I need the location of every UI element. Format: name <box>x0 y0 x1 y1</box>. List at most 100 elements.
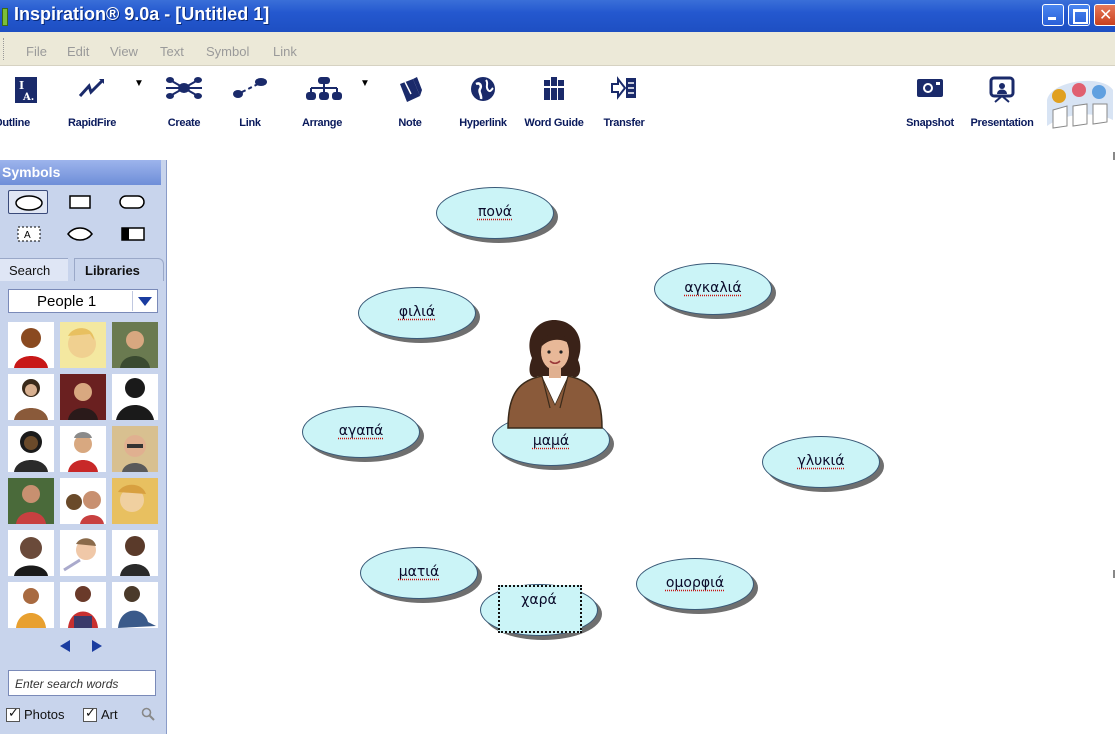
oval-icon <box>15 195 43 211</box>
menu-grip <box>3 38 6 60</box>
text-box-icon: A <box>17 226 41 242</box>
shape-picker: A <box>8 190 158 248</box>
symbols-palette: Symbols A Search Libraries People 1 Ente… <box>0 160 167 734</box>
snapshot-button[interactable]: Snapshot <box>900 66 960 132</box>
main-idea-text: μαμά <box>532 433 570 449</box>
diagram-node[interactable]: αγκαλιά <box>654 263 776 319</box>
inspiration-window: Inspiration® 9.0a - [Untitled 1] File Ed… <box>0 0 1115 734</box>
node-text: ομορφιά <box>665 575 725 591</box>
close-button[interactable] <box>1094 4 1115 26</box>
toolbar: I A. Outline ▼ RapidFire <box>0 66 1115 138</box>
outline-label: Outline <box>0 117 30 129</box>
presentation-label: Presentation <box>970 117 1034 129</box>
menu-text[interactable]: Text <box>160 44 184 59</box>
create-button[interactable]: Create <box>158 66 210 132</box>
search-icon[interactable] <box>141 707 155 721</box>
word-guide-icon <box>544 77 564 100</box>
word-guide-button[interactable]: Word Guide <box>518 66 590 132</box>
note-button[interactable]: Note <box>390 66 430 132</box>
menu-file[interactable]: File <box>26 44 47 59</box>
woman-clipart-icon <box>507 320 603 429</box>
node-text: φιλιά <box>398 304 436 320</box>
app-icon <box>2 8 8 26</box>
rectangle-icon <box>69 195 91 209</box>
arrange-button[interactable]: ▼ Arrange <box>294 66 370 132</box>
diagram-node[interactable]: γλυκιά <box>762 436 884 492</box>
person-symbol-icon[interactable] <box>8 478 54 524</box>
menu-edit[interactable]: Edit <box>67 44 89 59</box>
window-title: Inspiration® 9.0a - [Untitled 1] <box>14 4 270 24</box>
link-button[interactable]: Link <box>228 66 272 132</box>
arrange-dropdown-icon[interactable]: ▼ <box>360 78 370 89</box>
person-symbol-icon[interactable] <box>8 426 54 472</box>
diamond-oval-shape-button[interactable] <box>60 222 100 246</box>
person-symbol-icon[interactable] <box>112 530 158 576</box>
chevron-down-icon[interactable] <box>132 291 156 311</box>
tab-libraries[interactable]: Libraries <box>74 258 164 281</box>
presentation-button[interactable]: Presentation <box>964 66 1040 132</box>
art-label: Art <box>101 707 118 722</box>
diagram-canvas[interactable]: πονά αγκαλιά φιλιά αγαπά μαμά γλυκιά ματ… <box>168 138 1115 734</box>
person-symbol-icon[interactable] <box>60 478 106 524</box>
diagram-node[interactable]: πονά <box>436 187 558 243</box>
menu-link[interactable]: Link <box>273 44 297 59</box>
rapidfire-button[interactable]: ▼ RapidFire <box>62 66 144 132</box>
menu-view[interactable]: View <box>110 44 138 59</box>
rounded-rect-shape-button[interactable] <box>112 190 152 214</box>
previous-page-icon[interactable] <box>60 640 70 652</box>
outline-button[interactable]: I A. Outline <box>0 66 52 132</box>
selected-diagram-node[interactable]: χαρά <box>480 584 602 640</box>
node-text: αγκαλιά <box>684 280 742 296</box>
person-symbol-icon[interactable] <box>112 478 158 524</box>
maximize-button[interactable] <box>1068 4 1090 26</box>
hyperlink-label: Hyperlink <box>459 117 507 129</box>
half-fill-shape-button[interactable] <box>112 222 152 246</box>
person-symbol-icon[interactable] <box>112 322 158 368</box>
note-label: Note <box>398 117 422 129</box>
next-page-icon[interactable] <box>92 640 102 652</box>
person-symbol-icon[interactable] <box>112 582 158 628</box>
person-symbol-icon[interactable] <box>8 582 54 628</box>
hyperlink-button[interactable]: Hyperlink <box>452 66 514 132</box>
tab-search[interactable]: Search <box>0 258 68 281</box>
person-symbol-icon[interactable] <box>60 374 106 420</box>
library-select[interactable]: People 1 <box>8 289 158 313</box>
person-symbol-icon[interactable] <box>60 530 106 576</box>
palette-tabs: Search Libraries <box>0 256 167 282</box>
rectangle-shape-button[interactable] <box>60 190 100 214</box>
half-fill-icon <box>121 227 145 241</box>
palette-title: Symbols <box>0 160 161 185</box>
symbol-search-input[interactable]: Enter search words <box>8 670 156 696</box>
minimize-button[interactable] <box>1042 4 1064 26</box>
note-icon <box>400 77 422 102</box>
diagram-node[interactable]: ομορφιά <box>636 558 758 614</box>
person-symbol-icon[interactable] <box>8 322 54 368</box>
person-symbol-icon[interactable] <box>112 426 158 472</box>
link-label: Link <box>239 117 261 129</box>
person-symbol-icon[interactable] <box>112 374 158 420</box>
art-checkbox[interactable] <box>83 706 97 722</box>
rapidfire-dropdown-icon[interactable]: ▼ <box>134 78 144 89</box>
person-symbol-icon[interactable] <box>60 426 106 472</box>
transfer-button[interactable]: Transfer <box>598 66 650 132</box>
person-symbol-icon[interactable] <box>60 322 106 368</box>
oval-shape-button[interactable] <box>8 190 48 214</box>
search-options: Photos Art <box>6 706 166 728</box>
person-symbol-icon[interactable] <box>60 582 106 628</box>
person-symbol-icon[interactable] <box>8 374 54 420</box>
diagram-node[interactable]: ματιά <box>360 547 482 603</box>
outline-icon: I A. <box>15 77 37 103</box>
globe-icon <box>471 77 495 101</box>
rapidfire-label: RapidFire <box>67 117 117 129</box>
word-guide-label: Word Guide <box>524 117 584 129</box>
camera-icon <box>917 79 943 97</box>
person-symbol-icon[interactable] <box>8 530 54 576</box>
symbol-library-grid <box>8 322 158 628</box>
diagram-node[interactable]: φιλιά <box>358 287 480 343</box>
arrange-icon <box>306 77 342 100</box>
diagram-node[interactable]: αγαπά <box>302 406 424 462</box>
text-box-shape-button[interactable]: A <box>8 222 48 246</box>
menu-bar: File Edit View Text Symbol Link <box>0 32 1115 66</box>
menu-symbol[interactable]: Symbol <box>206 44 249 59</box>
photos-checkbox[interactable] <box>6 706 20 722</box>
